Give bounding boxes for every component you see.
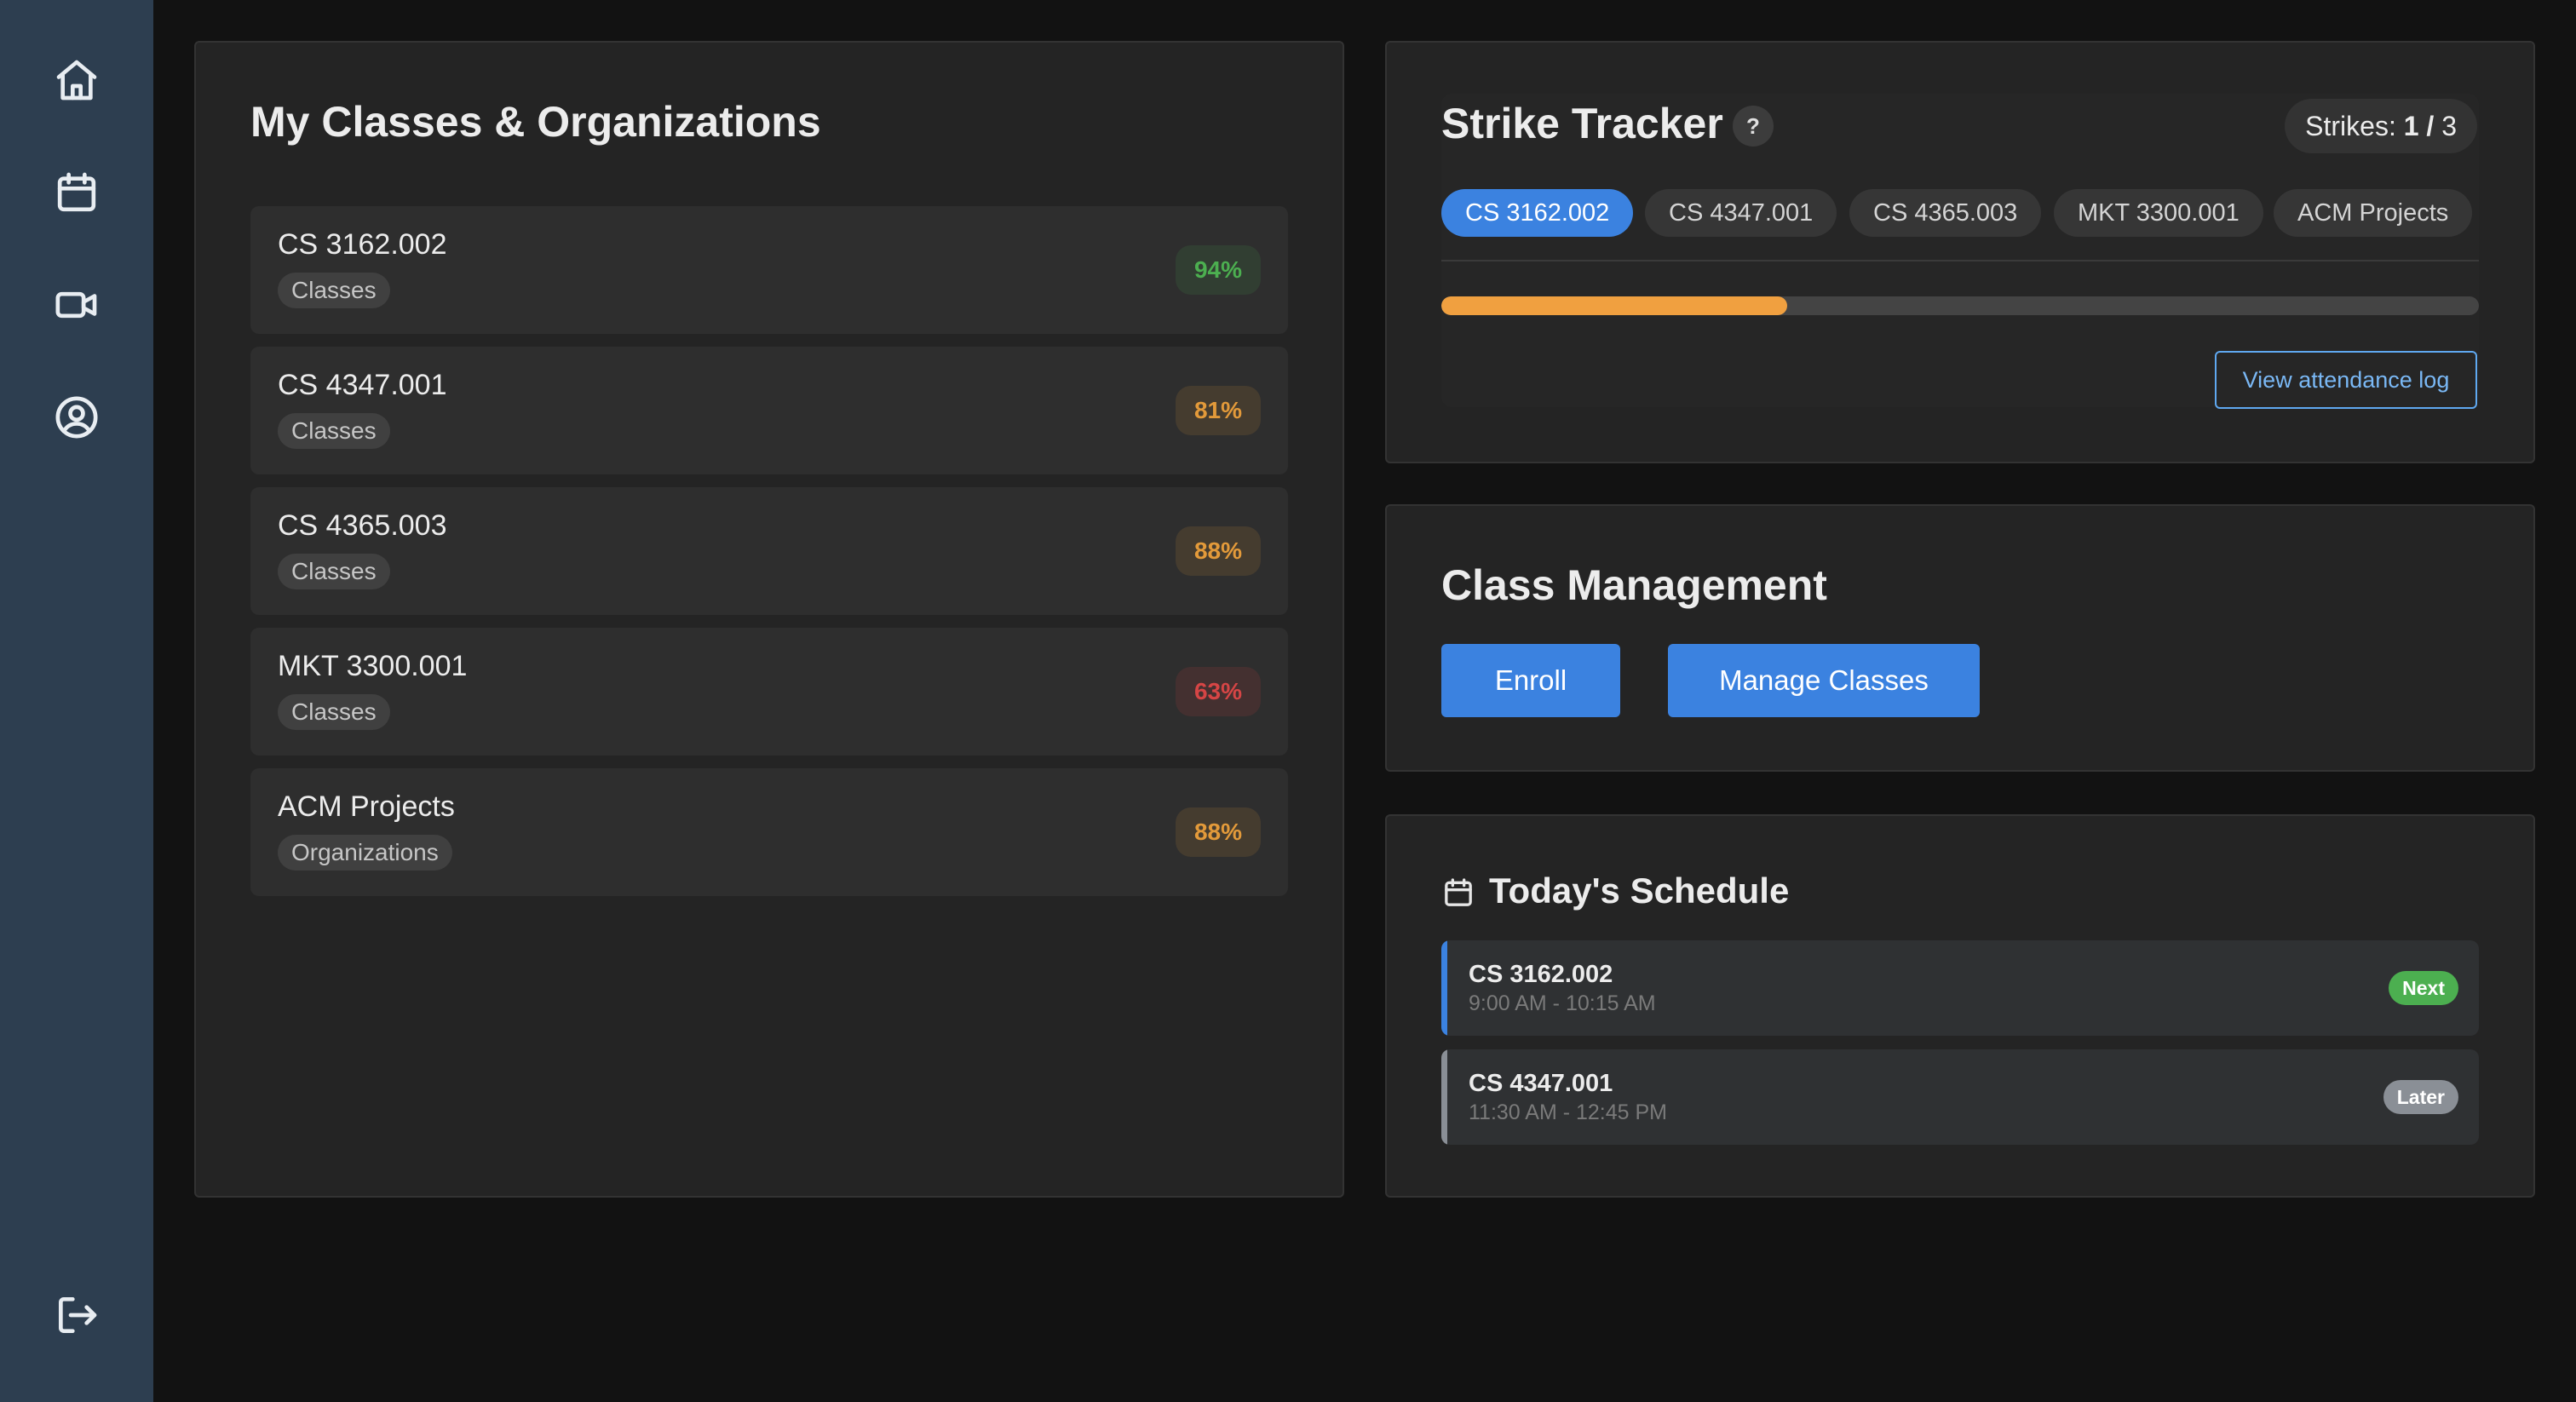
strikes-counter: Strikes: 1 / 3 <box>2285 99 2477 153</box>
class-card[interactable]: ACM Projects Organizations 88% <box>250 768 1288 896</box>
schedule-item[interactable]: CS 4347.001 11:30 AM - 12:45 PM Later <box>1441 1049 2479 1145</box>
class-name: CS 3162.002 <box>278 228 447 261</box>
logout-button[interactable] <box>43 1281 111 1349</box>
user-circle-icon <box>55 396 98 439</box>
home-icon <box>56 60 97 101</box>
video-icon <box>55 291 97 319</box>
course-tab[interactable]: CS 4365.003 <box>1849 189 2042 237</box>
strike-tracker-panel: Strike Tracker ? Strikes: 1 / 3 CS 3162.… <box>1385 41 2535 463</box>
strike-progress-bar <box>1441 296 2479 315</box>
strikes-count: 1 <box>2403 111 2419 141</box>
class-card[interactable]: CS 4365.003 Classes 88% <box>250 487 1288 615</box>
logout-icon <box>59 1297 97 1333</box>
course-tab[interactable]: MKT 3300.001 <box>2054 189 2263 237</box>
sidebar <box>0 0 153 1402</box>
view-attendance-log-button[interactable]: View attendance log <box>2215 351 2477 409</box>
class-management-panel: Class Management Enroll Manage Classes <box>1385 504 2535 772</box>
calendar-icon <box>57 172 96 212</box>
class-category-tag: Organizations <box>278 835 452 871</box>
strike-progress-fill <box>1441 296 1787 315</box>
schedule-status-badge: Later <box>2383 1080 2458 1114</box>
strike-tracker-title: Strike Tracker <box>1441 100 1723 147</box>
class-management-title: Class Management <box>1441 561 1827 609</box>
schedule-time: 11:30 AM - 12:45 PM <box>1469 1100 1667 1124</box>
schedule-title: Today's Schedule <box>1489 871 1790 911</box>
strikes-label: Strikes: <box>2305 111 2396 141</box>
class-name: ACM Projects <box>278 790 455 823</box>
class-category-tag: Classes <box>278 694 390 730</box>
nav-video[interactable] <box>43 271 111 339</box>
schedule-accent-bar <box>1441 940 1447 1036</box>
attendance-percent-badge: 81% <box>1175 386 1261 435</box>
class-card[interactable]: MKT 3300.001 Classes 63% <box>250 628 1288 756</box>
schedule-item[interactable]: CS 3162.002 9:00 AM - 10:15 AM Next <box>1441 940 2479 1036</box>
calendar-icon <box>1445 878 1472 906</box>
class-name: MKT 3300.001 <box>278 650 468 682</box>
nav-profile[interactable] <box>43 383 111 451</box>
class-card[interactable]: CS 4347.001 Classes 81% <box>250 347 1288 474</box>
attendance-percent-badge: 88% <box>1175 807 1261 857</box>
attendance-percent-badge: 63% <box>1175 667 1261 716</box>
schedule-accent-bar <box>1441 1049 1447 1145</box>
nav-home[interactable] <box>43 46 111 114</box>
nav-calendar[interactable] <box>43 158 111 227</box>
class-name: CS 4365.003 <box>278 509 447 542</box>
tracker-divider <box>1441 260 2479 261</box>
classes-panel-title: My Classes & Organizations <box>250 98 821 146</box>
schedule-class-name: CS 4347.001 <box>1469 1070 1613 1097</box>
strikes-max: 3 <box>2441 111 2457 141</box>
classes-panel: My Classes & Organizations CS 3162.002 Cl… <box>194 41 1344 1198</box>
class-name: CS 4347.001 <box>278 369 447 401</box>
schedule-panel: Today's Schedule CS 3162.002 9:00 AM - 10… <box>1385 814 2535 1198</box>
course-tab[interactable]: CS 3162.002 <box>1441 189 1634 237</box>
manage-classes-button[interactable]: Manage Classes <box>1668 644 1980 717</box>
class-category-tag: Classes <box>278 413 390 449</box>
course-tab[interactable]: ACM Projects <box>2274 189 2473 237</box>
class-category-tag: Classes <box>278 273 390 308</box>
course-tab[interactable]: CS 4347.001 <box>1645 189 1837 237</box>
strikes-separator: / <box>2426 111 2435 141</box>
enroll-button[interactable]: Enroll <box>1441 644 1620 717</box>
schedule-status-badge: Next <box>2389 971 2458 1005</box>
class-category-tag: Classes <box>278 554 390 589</box>
help-icon[interactable]: ? <box>1733 106 1774 147</box>
schedule-time: 9:00 AM - 10:15 AM <box>1469 991 1656 1015</box>
class-card[interactable]: CS 3162.002 Classes 94% <box>250 206 1288 334</box>
schedule-class-name: CS 3162.002 <box>1469 961 1613 988</box>
attendance-percent-badge: 94% <box>1175 245 1261 295</box>
attendance-percent-badge: 88% <box>1175 526 1261 576</box>
